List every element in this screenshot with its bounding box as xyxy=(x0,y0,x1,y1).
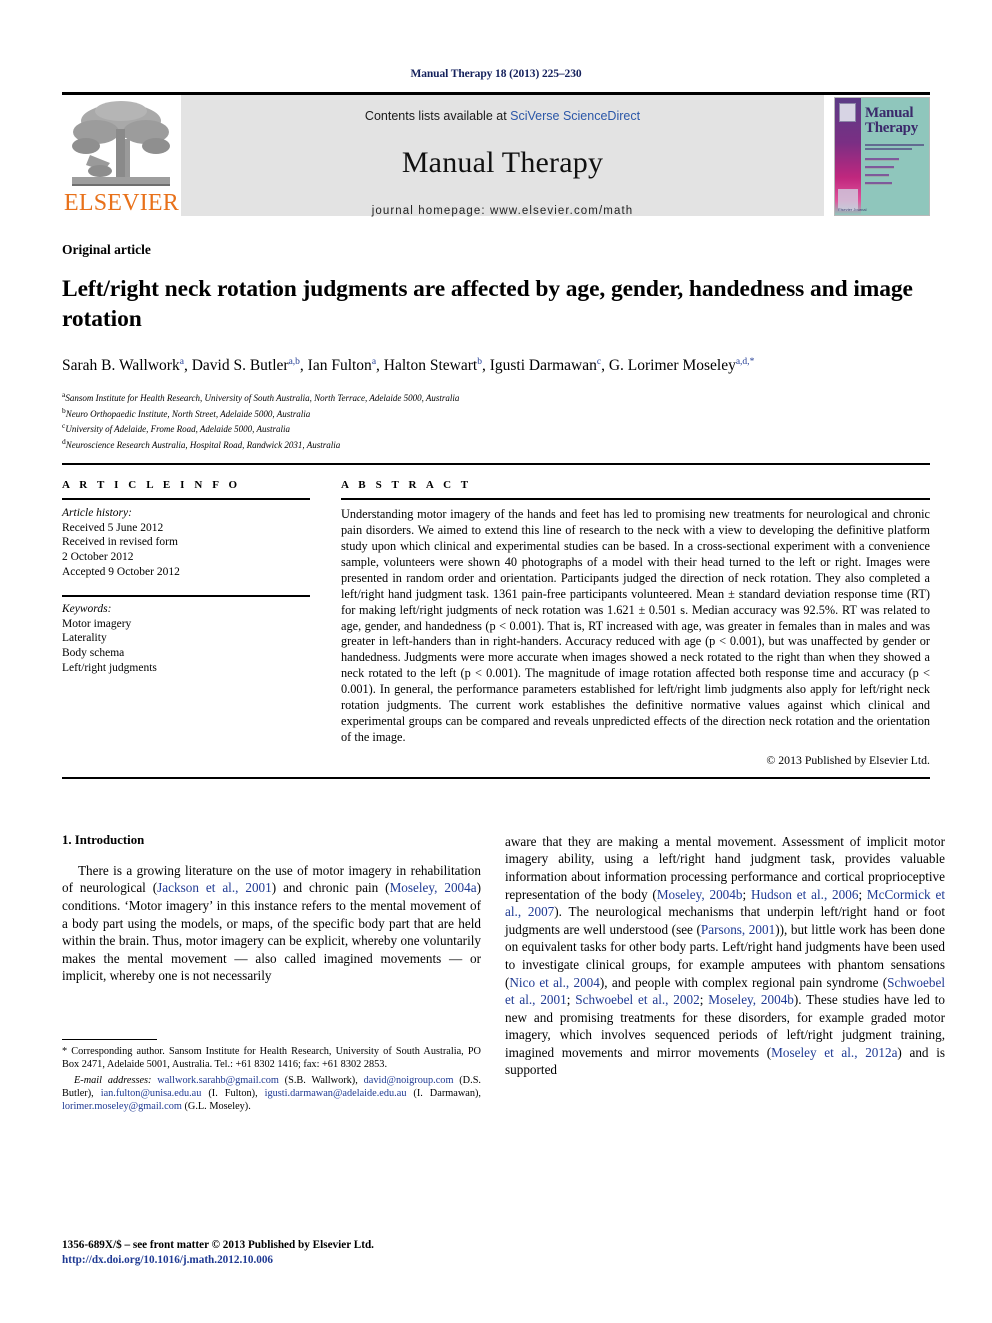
article-info-column: A R T I C L E I N F O Article history: R… xyxy=(62,479,332,768)
footer-imprint: 1356-689X/$ – see front matter © 2013 Pu… xyxy=(62,1238,374,1267)
head-bottom-rule xyxy=(62,463,930,466)
article-history-item: Accepted 9 October 2012 xyxy=(62,565,180,578)
abstract-column: A B S T R A C T Understanding motor imag… xyxy=(332,479,930,768)
issn-line: 1356-689X/$ – see front matter © 2013 Pu… xyxy=(62,1239,374,1251)
intro-paragraph-right: aware that they are making a mental move… xyxy=(505,833,946,1078)
abstract-heading: A B S T R A C T xyxy=(341,479,472,492)
article-body: 1. Introduction There is a growing liter… xyxy=(62,833,945,1114)
elsevier-logo[interactable]: ELSEVIER xyxy=(62,95,181,216)
abstract-rule xyxy=(341,498,930,501)
journal-title: Manual Therapy xyxy=(401,146,604,179)
article-history-item: 2 October 2012 xyxy=(62,550,134,563)
affiliation-item: bNeuro Orthopaedic Institute, North Stre… xyxy=(62,405,311,419)
cover-title: Manual Therapy xyxy=(865,106,918,136)
keyword-item: Left/right judgments xyxy=(62,661,157,674)
abstract-copyright: © 2013 Published by Elsevier Ltd. xyxy=(766,752,930,767)
article-type: Original article xyxy=(62,242,151,257)
abstract-text: Understanding motor imagery of the hands… xyxy=(341,507,930,744)
journal-cover-thumbnail[interactable]: Manual Therapy Elsevier Journal xyxy=(834,95,930,216)
intro-paragraph-left: There is a growing literature on the use… xyxy=(62,862,482,984)
keywords-items: Motor imagery Laterality Body schema Left/r… xyxy=(62,617,310,675)
elsevier-wordmark: ELSEVIER xyxy=(64,190,179,216)
article-history: Article history: Received 5 June 2012 Rec… xyxy=(62,506,310,579)
corresponding-author-note: * Corresponding author. Sansom Institute… xyxy=(62,1045,481,1071)
cover-artwork: Manual Therapy Elsevier Journal xyxy=(834,97,930,216)
footnote-rule xyxy=(62,1038,157,1040)
elsevier-tree-icon xyxy=(70,99,172,187)
cover-title-line-1: Manual xyxy=(865,105,914,121)
info-abstract-block: A R T I C L E I N F O Article history: R… xyxy=(62,479,930,768)
article-history-item: Received in revised form xyxy=(62,536,178,549)
abstract-bottom-rule xyxy=(62,776,930,779)
body-column-right: aware that they are making a mental move… xyxy=(505,833,945,1114)
keywords-block: Keywords: Motor imagery Laterality Body sc… xyxy=(62,602,310,675)
cover-contents-lines xyxy=(865,158,923,190)
email-addresses-note: E-mail addresses: wallwork.sarahb@gmail.… xyxy=(62,1074,481,1113)
affiliation-list: aSansom Institute for Health Research, U… xyxy=(62,389,930,451)
contents-prefix: Contents lists available at xyxy=(364,109,511,123)
article-history-label: Article history: xyxy=(62,507,132,520)
affiliation-item: aSansom Institute for Health Research, U… xyxy=(62,390,460,404)
cover-title-line-2: Therapy xyxy=(865,120,918,136)
contents-available-line: Contents lists available at SciVerse Sci… xyxy=(365,109,640,123)
cover-subtitle-lines xyxy=(865,144,924,153)
page-title: Left/right neck rotation judgments are a… xyxy=(62,276,913,332)
keywords-label: Keywords: xyxy=(62,603,112,616)
affiliation-item: cUniversity of Adelaide, Frome Road, Ade… xyxy=(62,421,290,435)
article-history-item: Received 5 June 2012 xyxy=(62,521,164,534)
cover-footer-text: Elsevier Journal xyxy=(838,207,867,212)
journal-homepage-link[interactable]: journal homepage: www.elsevier.com/math xyxy=(372,205,634,217)
doi-link[interactable]: http://dx.doi.org/10.1016/j.math.2012.10… xyxy=(62,1253,374,1268)
journal-masthead: ELSEVIER Contents lists available at Sci… xyxy=(62,95,930,217)
article-info-rule xyxy=(62,498,310,501)
running-head: Manual Therapy 18 (2013) 225–230 xyxy=(410,68,582,80)
keyword-item: Laterality xyxy=(62,632,107,645)
sciencedirect-link[interactable]: SciVerse ScienceDirect xyxy=(510,109,640,123)
masthead-band: Contents lists available at SciVerse Sci… xyxy=(181,95,824,217)
keyword-item: Motor imagery xyxy=(62,617,132,630)
cover-publisher-mark xyxy=(839,103,856,122)
section-heading-introduction: 1. Introduction xyxy=(62,832,145,847)
keywords-rule xyxy=(62,595,310,598)
article-info-heading: A R T I C L E I N F O xyxy=(62,479,241,492)
journal-article-page: Manual Therapy 18 (2013) 225–230 ELSEVIE… xyxy=(0,0,992,1323)
author-list: Sarah B. Wallworka, David S. Butlera,b, … xyxy=(62,357,755,375)
body-column-left: 1. Introduction There is a growing liter… xyxy=(62,833,481,1114)
article-history-items: Received 5 June 2012 Received in revised … xyxy=(62,521,310,579)
keyword-item: Body schema xyxy=(62,646,125,659)
affiliation-item: dNeuroscience Research Australia, Hospit… xyxy=(62,436,341,450)
